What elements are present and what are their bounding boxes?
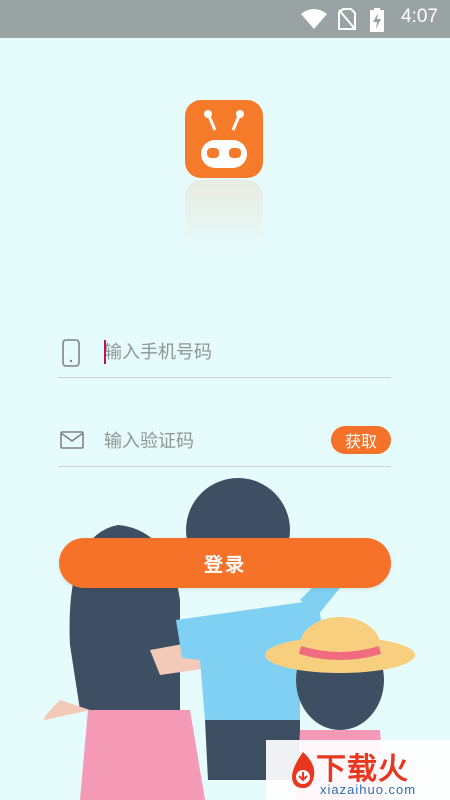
status-bar: 4:07: [0, 0, 450, 38]
battery-charging-icon: [370, 8, 384, 32]
flame-logo-icon: [292, 752, 315, 788]
get-code-button[interactable]: 获取: [331, 426, 391, 454]
verification-code-input[interactable]: [104, 426, 324, 456]
phone-input[interactable]: [104, 337, 324, 367]
robot-logo-icon: [185, 100, 263, 178]
wifi-icon: [301, 9, 327, 29]
text-caret: [104, 340, 106, 364]
mail-icon: [60, 431, 84, 449]
status-time: 4:07: [401, 6, 438, 27]
code-field-row: 获取: [58, 416, 391, 467]
watermark: 下载火 xiazaihuo.com: [266, 740, 450, 800]
logo-reflection: [185, 180, 263, 250]
login-button[interactable]: 登录: [59, 538, 391, 588]
phone-icon: [62, 339, 80, 367]
watermark-subtitle: xiazaihuo.com: [320, 782, 417, 797]
no-sim-icon: [338, 8, 356, 30]
phone-field-row: [58, 327, 391, 378]
